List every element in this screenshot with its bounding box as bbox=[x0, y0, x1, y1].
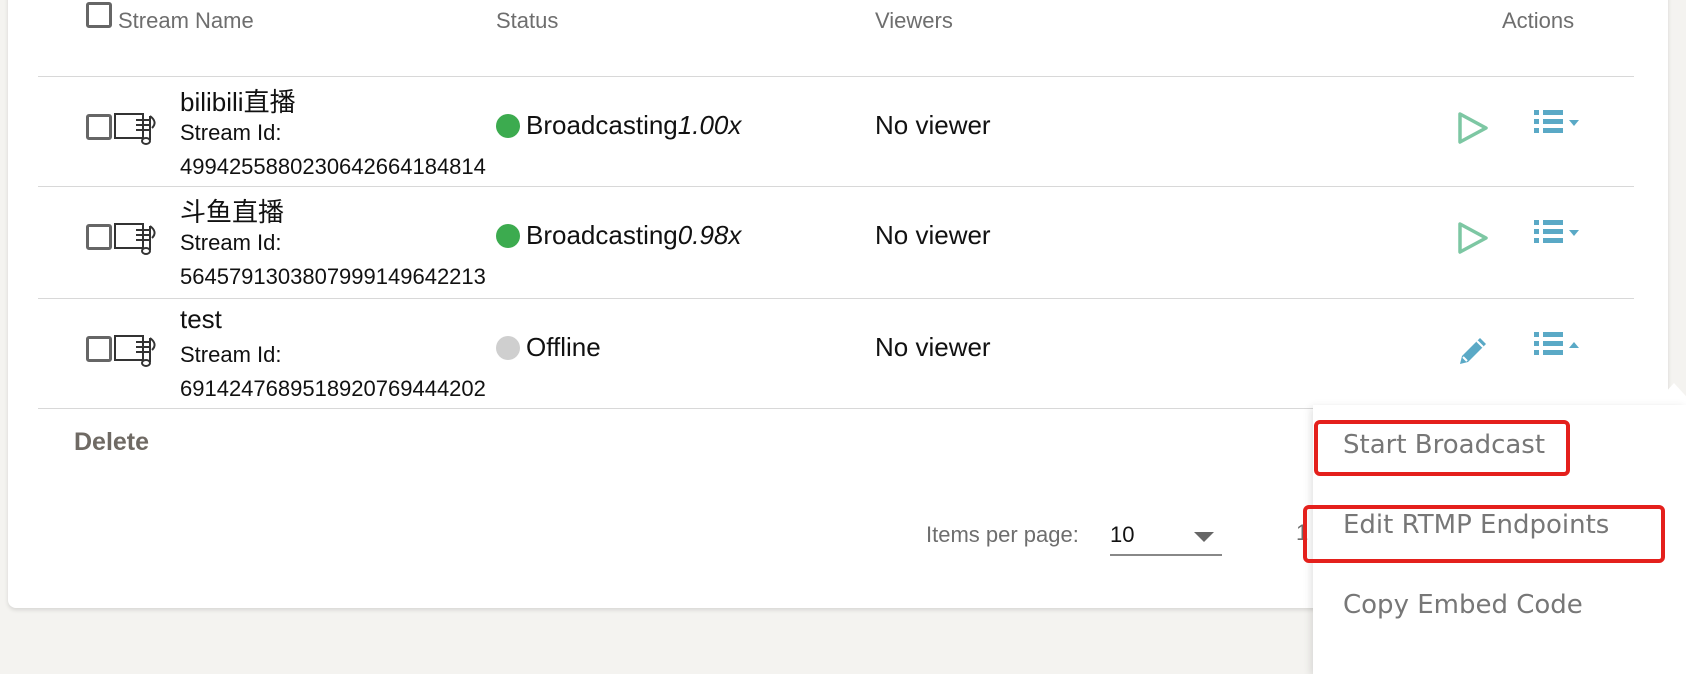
items-per-page-value: 10 bbox=[1110, 522, 1135, 547]
stream-id-label: Stream Id: bbox=[180, 342, 282, 367]
row-checkbox[interactable] bbox=[86, 224, 112, 250]
stream-id-value: 4994255880230642664184814 bbox=[180, 154, 486, 179]
header-status: Status bbox=[496, 8, 559, 33]
viewers-count: No viewer bbox=[875, 332, 991, 362]
actions-menu-toggle-icon[interactable] bbox=[1532, 214, 1592, 254]
status-indicator: Offline bbox=[496, 332, 601, 363]
stream-audio-icon bbox=[114, 113, 156, 145]
stream-audio-icon bbox=[114, 335, 156, 367]
header-actions: Actions bbox=[1502, 8, 1575, 33]
table-row: bilibili直播 Stream Id: 499425588023064266… bbox=[0, 78, 1686, 188]
viewers-count: No viewer bbox=[875, 220, 991, 250]
stream-name: 斗鱼直播 bbox=[180, 197, 285, 227]
highlight-box bbox=[1314, 420, 1570, 476]
table-row: test Stream Id: 691424768951892076944420… bbox=[0, 300, 1686, 410]
status-dot bbox=[496, 113, 520, 138]
stream-id-label: Stream Id: bbox=[180, 230, 282, 255]
actions-menu-toggle-icon[interactable] bbox=[1532, 104, 1592, 144]
status-text: Broadcasting bbox=[526, 220, 678, 250]
viewers-count: No viewer bbox=[875, 110, 991, 140]
table-row: 斗鱼直播 Stream Id: 564579130380799914964221… bbox=[0, 188, 1686, 298]
pencil-icon[interactable] bbox=[1452, 330, 1492, 370]
row-checkbox[interactable] bbox=[86, 336, 112, 362]
play-icon[interactable] bbox=[1452, 108, 1492, 148]
stream-id-label: Stream Id: bbox=[180, 120, 282, 145]
highlight-box bbox=[1303, 505, 1665, 563]
delete-button[interactable]: Delete bbox=[74, 428, 149, 457]
status-speed: 1.00x bbox=[677, 110, 742, 140]
play-icon[interactable] bbox=[1452, 218, 1492, 258]
status-text: Offline bbox=[526, 332, 601, 362]
items-per-page-select[interactable]: 10 bbox=[1110, 514, 1222, 556]
stream-name: test bbox=[180, 304, 222, 334]
row-divider bbox=[38, 298, 1634, 299]
stream-id-value: 6914247689518920769444202 bbox=[180, 376, 486, 401]
chevron-down-icon bbox=[1194, 532, 1214, 542]
header-divider bbox=[38, 76, 1634, 77]
status-dot bbox=[496, 223, 520, 248]
status-speed: 0.98x bbox=[677, 220, 742, 250]
stream-id-value: 5645791303807999149642213 bbox=[180, 264, 486, 289]
status-text: Broadcasting bbox=[526, 110, 678, 140]
header-stream-name: Stream Name bbox=[118, 8, 254, 33]
items-per-page-label: Items per page: bbox=[926, 522, 1079, 547]
status-indicator: Broadcasting 1.00x bbox=[496, 110, 741, 141]
select-all-checkbox[interactable] bbox=[86, 2, 112, 28]
dropdown-arrow bbox=[1654, 383, 1686, 405]
row-checkbox[interactable] bbox=[86, 114, 112, 140]
header-viewers: Viewers bbox=[875, 8, 953, 33]
actions-menu-toggle-icon[interactable] bbox=[1532, 326, 1592, 366]
row-divider bbox=[38, 186, 1634, 187]
status-indicator: Broadcasting 0.98x bbox=[496, 220, 741, 251]
stream-audio-icon bbox=[114, 223, 156, 255]
status-dot bbox=[496, 335, 520, 360]
menu-item-copy-embed-code[interactable]: Copy Embed Code bbox=[1343, 590, 1583, 620]
stream-name: bilibili直播 bbox=[180, 87, 296, 117]
